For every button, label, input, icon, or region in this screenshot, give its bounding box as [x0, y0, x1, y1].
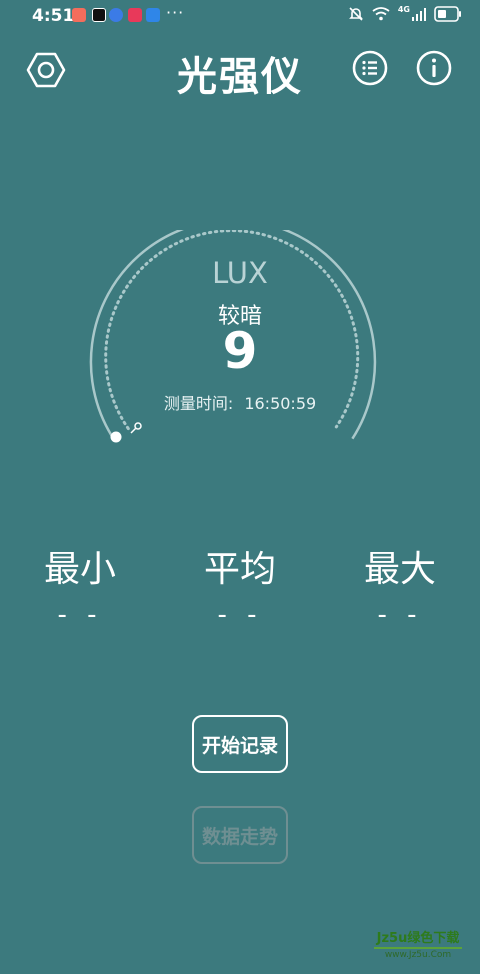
mute-bell-icon: [348, 7, 363, 21]
stat-min-value: - -: [57, 600, 103, 630]
status-bar: 4:51 ··· 4G: [0, 0, 480, 32]
wifi-icon: [372, 7, 390, 21]
stat-max-value: - -: [377, 600, 423, 630]
notification-icon-2: [92, 8, 106, 22]
signal-icon: [412, 8, 426, 21]
info-icon: [416, 50, 452, 86]
lux-value: 9: [222, 322, 258, 380]
list-icon: [352, 50, 388, 86]
notification-icon-5: [146, 8, 160, 22]
stat-min-label: 最小: [43, 549, 116, 590]
unit-label: LUX: [212, 256, 268, 290]
stat-avg: 平均 - -: [160, 540, 320, 630]
notification-icon-1: [72, 8, 86, 22]
stat-min: 最小 - -: [0, 540, 160, 630]
network-type: 4G: [397, 4, 410, 14]
gauge-indicator-dot: [110, 431, 122, 443]
notification-icon-4: [128, 8, 142, 22]
data-trend-button[interactable]: 数据走势: [192, 806, 288, 864]
stat-avg-label: 平均: [203, 549, 276, 590]
measure-time-label: 测量时间:: [163, 394, 234, 413]
notification-icon-3: [109, 8, 123, 22]
records-list-button[interactable]: [352, 50, 392, 90]
status-right: 4G: [348, 4, 462, 22]
measure-time-value: 16:50:59: [244, 394, 317, 413]
page-title: 光强仪: [177, 54, 303, 100]
stat-avg-value: - -: [217, 600, 263, 630]
stat-max: 最大 - -: [320, 540, 480, 630]
watermark-logo: Jz5u绿色下载 www.Jz5u.Com: [368, 927, 468, 960]
stat-max-label: 最大: [363, 549, 436, 590]
more-notifications-icon: ···: [166, 3, 185, 22]
info-button[interactable]: [416, 50, 456, 90]
gauge-pointer: [134, 422, 142, 430]
watermark-divider: [374, 947, 462, 949]
start-record-button[interactable]: 开始记录: [192, 715, 288, 773]
measure-time-row: 测量时间: 16:50:59: [0, 390, 480, 414]
watermark-main-text: Jz5u绿色下载: [376, 931, 460, 946]
battery-icon: [434, 6, 461, 22]
watermark-sub-text: www.Jz5u.Com: [384, 950, 452, 960]
status-time: 4:51: [32, 6, 75, 26]
